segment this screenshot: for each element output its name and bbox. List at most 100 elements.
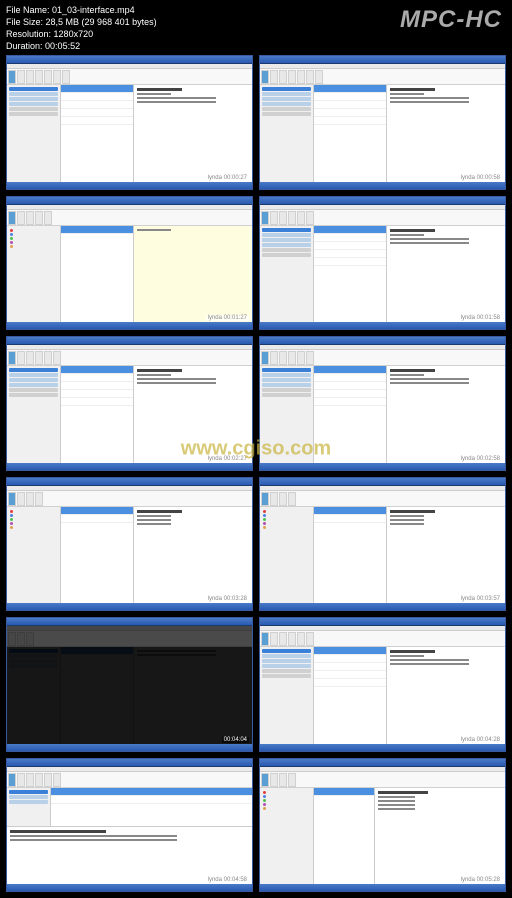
folder-sidebar [7,226,61,323]
thumbnail[interactable]: 00:04:04 [6,617,253,752]
window-titlebar [7,197,252,205]
reading-pane [134,507,252,604]
folder-sidebar [260,226,314,323]
reading-pane [134,366,252,463]
folder-sidebar [7,788,51,827]
status-bar [260,182,505,189]
timestamp-overlay: 00:04:04 [222,737,249,743]
contact-form [375,788,505,885]
thumbnail[interactable]: lynda 00:01:27 [6,196,253,331]
message-list [61,85,135,182]
timestamp-overlay: lynda 00:02:58 [459,456,502,462]
contact-list [314,507,388,604]
message-list [61,647,135,744]
status-bar [260,603,505,610]
window-titlebar [260,56,505,64]
reading-pane [387,507,505,604]
resolution-label: Resolution: [6,29,51,39]
thumbnail[interactable]: lynda 00:03:28 [6,477,253,612]
timestamp-overlay: lynda 00:00:27 [206,175,249,181]
window-titlebar [7,478,252,486]
reading-pane [387,366,505,463]
ribbon-toolbar [260,631,505,647]
thumbnail[interactable]: lynda 00:04:58 [6,758,253,893]
folder-sidebar [260,85,314,182]
status-bar [7,322,252,329]
timestamp-overlay: lynda 00:02:27 [206,456,249,462]
reading-pane [134,226,252,323]
ribbon-toolbar [260,210,505,226]
message-list [314,366,388,463]
file-info-overlay: File Name: 01_03-interface.mp4 File Size… [6,4,157,52]
file-name-value: 01_03-interface.mp4 [52,5,135,15]
message-list [61,366,135,463]
timestamp-overlay: lynda 00:04:58 [206,877,249,883]
file-size-label: File Size: [6,17,43,27]
file-size-value: 28,5 MB (29 968 401 bytes) [46,17,157,27]
status-bar [260,322,505,329]
message-list [314,85,388,182]
file-name-label: File Name: [6,5,50,15]
window-titlebar [260,478,505,486]
status-bar [7,884,252,891]
duration-label: Duration: [6,41,43,51]
message-list [61,226,135,323]
timestamp-overlay: lynda 00:01:58 [459,315,502,321]
player-logo: MPC-HC [400,6,502,34]
folder-sidebar [7,507,61,604]
folder-sidebar [260,507,314,604]
timestamp-overlay: lynda 00:03:57 [459,596,502,602]
thumbnail[interactable]: lynda 00:02:27 [6,336,253,471]
folder-sidebar [260,647,314,744]
status-bar [260,884,505,891]
status-bar [7,182,252,189]
reading-pane-bottom [7,826,252,884]
window-titlebar [260,197,505,205]
ribbon-toolbar [7,350,252,366]
ribbon-toolbar [260,69,505,85]
folder-sidebar [260,788,314,885]
timestamp-overlay: lynda 00:00:58 [459,175,502,181]
reading-pane [387,85,505,182]
ribbon-toolbar [7,631,252,647]
ribbon-toolbar [7,69,252,85]
window-titlebar [7,618,252,626]
ribbon-toolbar [260,772,505,788]
window-titlebar [7,759,252,767]
resolution-value: 1280x720 [54,29,94,39]
status-bar [7,603,252,610]
thumbnail[interactable]: lynda 00:03:57 [259,477,506,612]
reading-pane [387,226,505,323]
window-titlebar [260,337,505,345]
window-titlebar [260,759,505,767]
reading-pane [134,85,252,182]
ribbon-toolbar [7,210,252,226]
thumbnail[interactable]: lynda 00:02:58 [259,336,506,471]
ribbon-toolbar [7,772,252,788]
reading-pane [387,647,505,744]
ribbon-toolbar [260,491,505,507]
folder-sidebar [260,366,314,463]
timestamp-overlay: lynda 00:04:28 [459,737,502,743]
contact-list [61,507,135,604]
status-bar [260,744,505,751]
message-list [51,788,252,827]
thumbnail[interactable]: lynda 00:05:28 [259,758,506,893]
thumbnail[interactable]: lynda 00:00:58 [259,55,506,190]
window-titlebar [260,618,505,626]
thumbnail[interactable]: lynda 00:00:27 [6,55,253,190]
folder-sidebar [7,647,61,744]
thumbnail-grid: lynda 00:00:27 lynda 00:00:58 [0,0,512,898]
thumbnail[interactable]: lynda 00:04:28 [259,617,506,752]
message-list [314,226,388,323]
contact-list [314,788,375,885]
reading-pane [134,647,252,744]
timestamp-overlay: lynda 00:05:28 [459,877,502,883]
timestamp-overlay: lynda 00:03:28 [206,596,249,602]
thumbnail[interactable]: lynda 00:01:58 [259,196,506,331]
message-list [314,647,388,744]
folder-sidebar [7,366,61,463]
folder-sidebar [7,85,61,182]
ribbon-toolbar [260,350,505,366]
window-titlebar [7,337,252,345]
